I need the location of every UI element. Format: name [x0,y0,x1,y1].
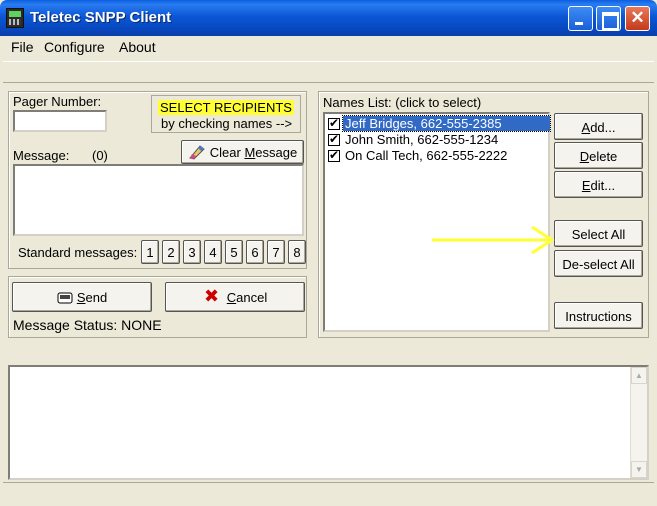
delete-button[interactable]: Delete [554,142,643,169]
clear-message-button[interactable]: Clear Message [181,140,304,164]
toolbar [3,61,654,83]
standard-message-2-button[interactable]: 2 [162,240,180,264]
cancel-label: Cancel [226,290,268,305]
menu-bar: File Configure About [3,36,654,58]
minimize-button[interactable] [568,6,593,31]
log-output-area[interactable]: ▲ ▼ [8,365,649,480]
recipient-name: John Smith, 662-555-1234 [345,132,499,147]
message-textarea[interactable] [13,164,304,236]
names-list-label: Names List: (click to select) [323,95,482,110]
scroll-up-icon[interactable]: ▲ [631,367,647,384]
pager-icon [6,8,24,28]
vertical-scrollbar[interactable]: ▲ ▼ [630,367,647,478]
recipient-name: On Call Tech, 662-555-2222 [345,148,508,163]
instructions-label: Instructions [565,309,632,324]
send-button[interactable]: Send [12,282,152,312]
deselect-all-label: De-select All [562,257,635,272]
clear-message-label: Clear Message [209,145,298,160]
add-label: Add... [581,120,616,135]
standard-message-5-button[interactable]: 5 [225,240,243,264]
edit-button[interactable]: Edit... [554,171,643,198]
deselect-all-button[interactable]: De-select All [554,250,643,277]
maximize-button[interactable] [596,6,621,31]
delete-label: Delete [579,149,618,164]
window-title: Teletec SNPP Client [30,9,172,26]
eraser-icon [189,145,205,160]
recipient-checkbox[interactable] [328,116,340,130]
cancel-icon: ✖ [204,286,220,307]
pager-send-icon [57,292,73,304]
message-status: Message Status: NONE [13,317,162,333]
menu-about[interactable]: About [119,39,156,55]
instructions-button[interactable]: Instructions [554,302,643,329]
select-recipients-subtext: by checking names --> [161,116,293,131]
status-bar [3,482,654,503]
names-list[interactable]: Jeff Bridges, 662-555-2385 John Smith, 6… [323,112,551,332]
pager-number-input[interactable] [13,110,107,132]
annotation-arrow-icon [432,225,555,255]
standard-message-8-button[interactable]: 8 [288,240,306,264]
message-char-count: (0) [92,148,108,163]
standard-message-3-button[interactable]: 3 [183,240,201,264]
recipient-checkbox[interactable] [328,132,340,146]
standard-message-1-button[interactable]: 1 [141,240,159,264]
send-label: Send [76,290,108,305]
recipient-name: Jeff Bridges, 662-555-2385 [342,115,551,132]
select-recipients-hint: SELECT RECIPIENTS by checking names --> [151,95,301,133]
standard-message-4-button[interactable]: 4 [204,240,222,264]
standard-message-7-button[interactable]: 7 [267,240,285,264]
menu-file[interactable]: File [11,39,34,55]
select-all-label: Select All [571,227,626,242]
cancel-button[interactable]: ✖ Cancel [165,282,305,312]
standard-message-6-button[interactable]: 6 [246,240,264,264]
close-icon: ✕ [630,8,645,27]
menu-configure[interactable]: Configure [44,39,105,55]
close-button[interactable]: ✕ [625,6,650,31]
scroll-down-icon[interactable]: ▼ [631,461,647,478]
pager-number-label: Pager Number: [13,94,102,109]
title-bar[interactable]: Teletec SNPP Client ✕ [0,0,657,36]
recipient-checkbox[interactable] [328,148,340,162]
select-all-button[interactable]: Select All [554,220,643,247]
select-recipients-text: SELECT RECIPIENTS [158,100,294,115]
edit-label: Edit... [581,178,616,193]
list-item[interactable]: Jeff Bridges, 662-555-2385 [328,115,551,132]
standard-messages-label: Standard messages: [18,245,138,260]
message-label: Message: [13,148,70,163]
add-button[interactable]: Add... [554,113,643,140]
